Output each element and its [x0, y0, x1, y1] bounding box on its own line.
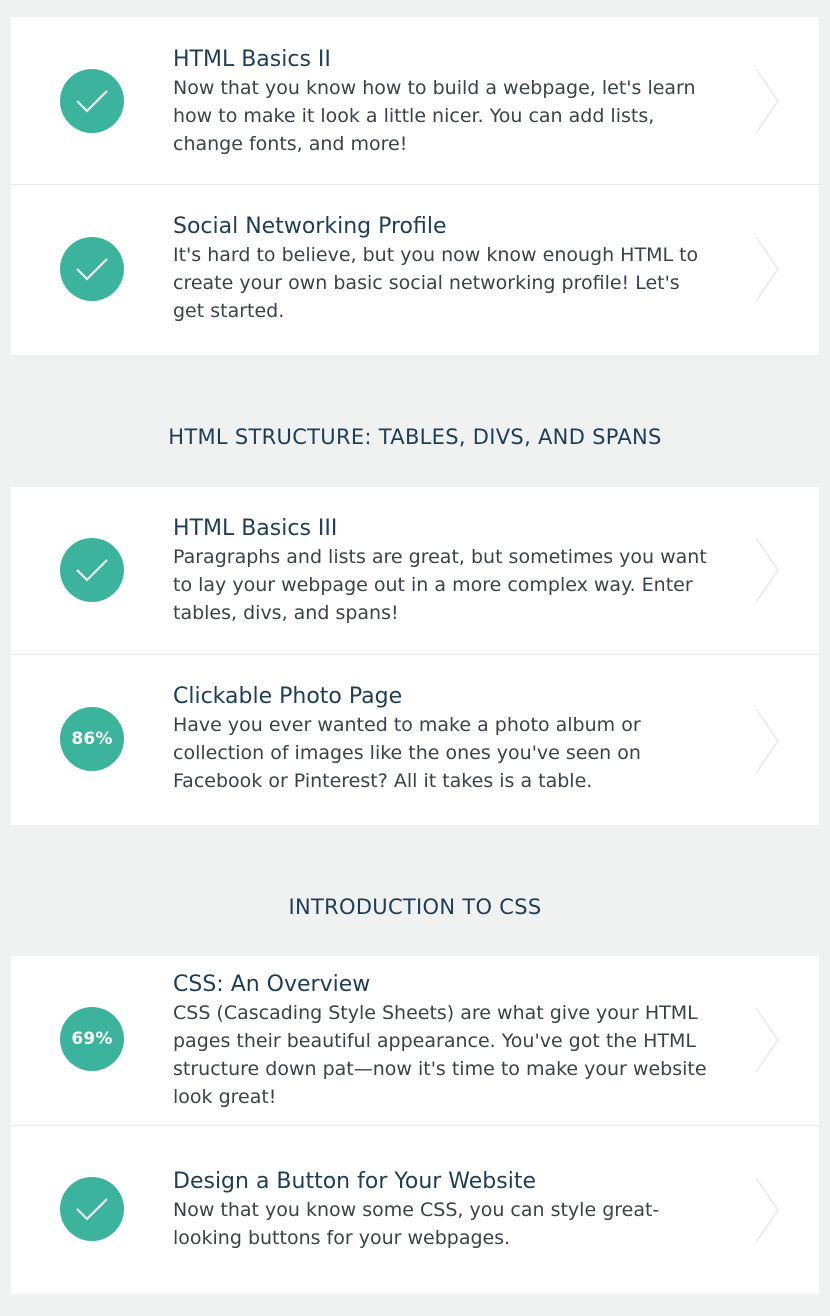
check-icon: [76, 258, 108, 281]
progress-percent: 86%: [71, 729, 113, 749]
chevron-right-icon: [755, 236, 779, 302]
completed-badge: [60, 69, 124, 133]
lesson-card-clickable-photo-page[interactable]: 86% Clickable Photo Page Have you ever w…: [11, 655, 819, 823]
lesson-card-social-networking-profile[interactable]: Social Networking Profile It's hard to b…: [11, 185, 819, 353]
completed-badge: [60, 237, 124, 301]
check-icon: [76, 1198, 108, 1221]
lesson-group-html-basics: HTML Basics II Now that you know how to …: [11, 17, 819, 355]
lesson-title: HTML Basics II: [173, 47, 331, 72]
lesson-description: Have you ever wanted to make a photo alb…: [173, 714, 641, 792]
lesson-card-html-basics-ii[interactable]: HTML Basics II Now that you know how to …: [11, 17, 819, 185]
lesson-description: CSS (Cascading Style Sheets) are what gi…: [173, 1002, 707, 1108]
chevron-right-icon: [755, 537, 779, 603]
lesson-title: CSS: An Overview: [173, 972, 371, 997]
lesson-description: Now that you know some CSS, you can styl…: [173, 1199, 660, 1249]
progress-percent: 69%: [71, 1029, 113, 1049]
lesson-title: HTML Basics III: [173, 516, 338, 541]
chevron-right-icon: [755, 708, 779, 774]
lesson-description: It's hard to believe, but you now know e…: [173, 244, 699, 322]
check-icon: [76, 559, 108, 582]
lesson-card-html-basics-iii[interactable]: HTML Basics III Paragraphs and lists are…: [11, 487, 819, 655]
check-icon: [76, 90, 108, 113]
lesson-title: Social Networking Profile: [173, 214, 447, 239]
completed-badge: [60, 1177, 124, 1241]
progress-badge: 86%: [60, 707, 124, 771]
lesson-title: Clickable Photo Page: [173, 684, 403, 709]
chevron-right-icon: [755, 1007, 779, 1073]
completed-badge: [60, 538, 124, 602]
lesson-card-design-a-button[interactable]: Design a Button for Your Website Now tha…: [11, 1126, 819, 1294]
lesson-card-css-an-overview[interactable]: 69% CSS: An Overview CSS (Cascading Styl…: [11, 956, 819, 1126]
section-title: INTRODUCTION TO CSS: [288, 895, 542, 919]
lesson-title: Design a Button for Your Website: [173, 1169, 537, 1194]
lesson-description: Paragraphs and lists are great, but some…: [173, 546, 707, 624]
progress-badge: 69%: [60, 1007, 124, 1071]
lesson-description: Now that you know how to build a webpage…: [173, 77, 696, 155]
lesson-group-html-structure: HTML Basics III Paragraphs and lists are…: [11, 487, 819, 825]
chevron-right-icon: [755, 1177, 779, 1243]
lesson-group-intro-css: 69% CSS: An Overview CSS (Cascading Styl…: [11, 956, 819, 1294]
chevron-right-icon: [755, 68, 779, 134]
section-title: HTML STRUCTURE: TABLES, DIVS, AND SPANS: [168, 425, 662, 449]
